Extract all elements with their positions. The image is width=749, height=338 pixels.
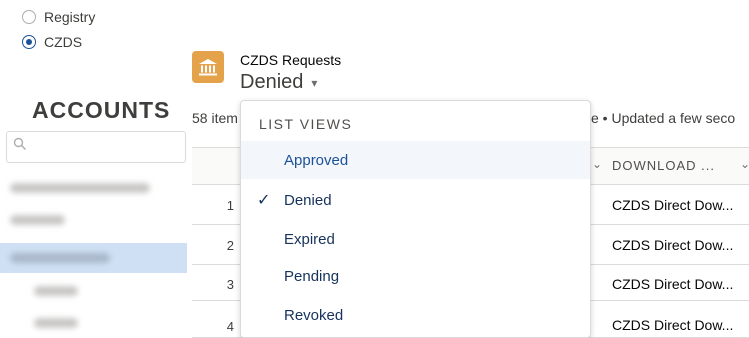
sidebar-item-blurred[interactable] (10, 183, 150, 193)
column-chevron-icon[interactable]: ⌄ (740, 157, 749, 171)
chevron-down-icon[interactable]: ▾ (311, 76, 317, 90)
radio-czds-label: CZDS (44, 34, 83, 50)
radio-registry[interactable]: Registry (22, 9, 95, 25)
row-number: 1 (226, 198, 234, 213)
list-view-label: Approved (284, 151, 349, 169)
list-view-item-pending[interactable]: Pending (241, 257, 590, 295)
accounts-title: ACCOUNTS (32, 97, 171, 123)
radio-registry-button[interactable] (22, 10, 36, 24)
list-view-item-denied[interactable]: ✓ Denied (241, 181, 590, 219)
list-view-item-approved[interactable]: Approved (241, 141, 590, 179)
object-label: CZDS Requests (240, 52, 342, 68)
list-view-item-revoked[interactable]: Revoked (241, 296, 590, 334)
row-number: 2 (226, 238, 234, 253)
sidebar-item-blurred[interactable] (10, 215, 65, 225)
sidebar-item-blurred[interactable] (34, 286, 78, 296)
row-number: 4 (226, 319, 234, 334)
table-cell-download[interactable]: CZDS Direct Dow... (612, 276, 733, 292)
view-title: Denied (240, 71, 304, 93)
radio-registry-label: Registry (44, 9, 96, 25)
table-cell-download[interactable]: CZDS Direct Dow... (612, 197, 733, 213)
list-view-item-expired[interactable]: Expired (241, 220, 590, 258)
column-chevron-icon[interactable]: ⌄ (592, 157, 603, 171)
list-views-dropdown: LIST VIEWS Approved ✓ Denied Expired Pen… (240, 100, 591, 338)
sidebar-item-blurred[interactable] (34, 318, 78, 328)
updated-status: e • Updated a few seco (591, 110, 736, 126)
checkmark-icon: ✓ (257, 192, 271, 209)
sidebar-item-blurred[interactable] (10, 253, 110, 263)
table-cell-download[interactable]: CZDS Direct Dow... (612, 317, 733, 333)
radio-czds-button[interactable] (22, 35, 36, 49)
row-number: 3 (226, 277, 234, 292)
list-view-label: Denied (284, 191, 332, 209)
list-view-selector[interactable]: Denied ▾ (240, 71, 317, 94)
radio-czds[interactable]: CZDS (22, 34, 82, 50)
search-icon (13, 137, 27, 154)
list-views-heading: LIST VIEWS (259, 116, 353, 132)
list-view-label: Revoked (284, 306, 344, 324)
table-cell-download[interactable]: CZDS Direct Dow... (612, 237, 733, 253)
bank-icon (192, 51, 224, 83)
item-count: 58 item (192, 110, 238, 126)
list-view-label: Pending (284, 267, 340, 285)
sidebar-search-input[interactable] (6, 131, 186, 163)
list-view-label: Expired (284, 230, 335, 248)
column-header-download[interactable]: DOWNLOAD ... (612, 158, 715, 173)
